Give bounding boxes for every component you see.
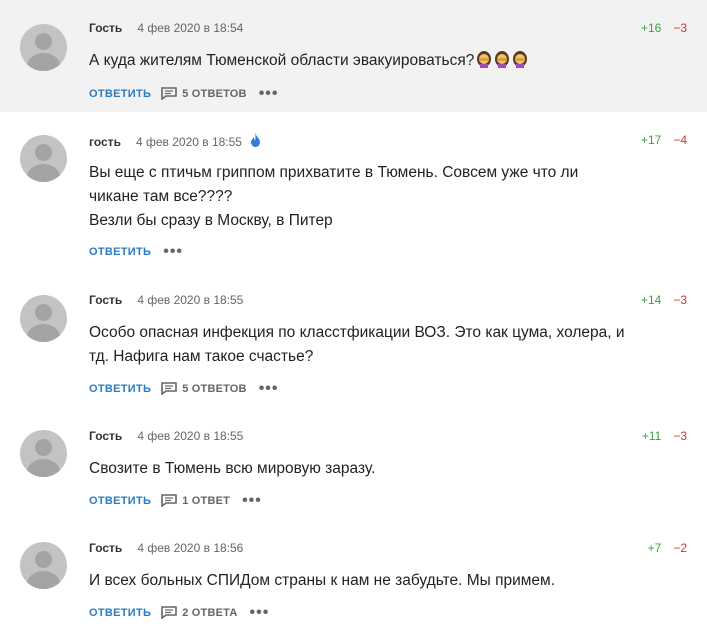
comment-author[interactable]: Гость [89,293,122,307]
avatar[interactable] [20,430,67,477]
comment: Гость 4 фев 2020 в 18:54 +16 −3 А куда жи… [0,0,707,112]
replies-toggle[interactable]: 1 ОТВЕТ [161,494,230,507]
more-options-icon[interactable]: ••• [259,380,279,396]
comment-date: 4 фев 2020 в 18:54 [137,21,244,35]
downvote-button[interactable]: −4 [673,133,687,147]
comment: Гость 4 фев 2020 в 18:56 +7 −2 И всех бол… [0,526,707,644]
comment: гость 4 фев 2020 в 18:55 +17 −4 Вы еще с … [0,112,707,280]
comment-author[interactable]: Гость [89,429,122,443]
more-options-icon[interactable]: ••• [163,244,183,260]
comment-text: А куда жителям Тюменской области эвакуир… [89,49,689,76]
more-options-icon[interactable]: ••• [259,85,279,101]
comment-date: 4 фев 2020 в 18:55 [135,135,242,149]
downvote-button[interactable]: −3 [673,293,687,307]
upvote-button[interactable]: +17 [641,133,661,147]
replies-toggle[interactable]: 2 ОТВЕТА [161,606,237,619]
upvote-button[interactable]: +14 [641,293,661,307]
avatar[interactable] [20,295,67,342]
comment-author[interactable]: Гость [89,541,122,555]
upvote-button[interactable]: +7 [648,541,662,555]
comment-author[interactable]: Гость [89,21,122,35]
comment-text: Вы еще с птичьм гриппом прихватите в Тюм… [89,164,579,229]
fire-icon [250,133,261,151]
avatar[interactable] [20,542,67,589]
replies-toggle[interactable]: 5 ОТВЕТОВ [161,87,247,100]
avatar[interactable] [20,24,67,71]
comment-date: 4 фев 2020 в 18:55 [137,293,244,307]
comment-bubble-icon [161,87,178,100]
more-options-icon[interactable]: ••• [242,492,262,508]
downvote-button[interactable]: −3 [673,429,687,443]
reply-button[interactable]: ОТВЕТИТЬ [89,88,151,100]
reply-button[interactable]: ОТВЕТИТЬ [89,246,151,258]
downvote-button[interactable]: −3 [673,21,687,35]
comment-bubble-icon [161,494,178,507]
more-options-icon[interactable]: ••• [250,604,270,620]
replies-toggle[interactable]: 5 ОТВЕТОВ [161,382,247,395]
comment-date: 4 фев 2020 в 18:56 [137,541,244,555]
comment-bubble-icon [161,606,178,619]
comment-text: Свозите в Тюмень всю мировую заразу. [89,460,376,477]
comment-author[interactable]: гость [89,135,121,149]
comment-bubble-icon [161,382,178,395]
comment-text: Особо опасная инфекция по класстфикации … [89,324,625,365]
comment-text: И всех больных СПИДом страны к нам не за… [89,572,556,589]
comment: Гость 4 фев 2020 в 18:55 +14 −3 Особо опа… [0,280,707,413]
reply-button[interactable]: ОТВЕТИТЬ [89,495,151,507]
upvote-button[interactable]: +16 [641,21,661,35]
woman-facepalming-icon [475,50,529,76]
comment: Гость 4 фев 2020 в 18:55 +11 −3 Свозите в… [0,413,707,526]
reply-button[interactable]: ОТВЕТИТЬ [89,383,151,395]
upvote-button[interactable]: +11 [642,429,661,443]
reply-button[interactable]: ОТВЕТИТЬ [89,607,151,619]
comment-date: 4 фев 2020 в 18:55 [137,429,244,443]
avatar[interactable] [20,135,67,182]
downvote-button[interactable]: −2 [673,541,687,555]
